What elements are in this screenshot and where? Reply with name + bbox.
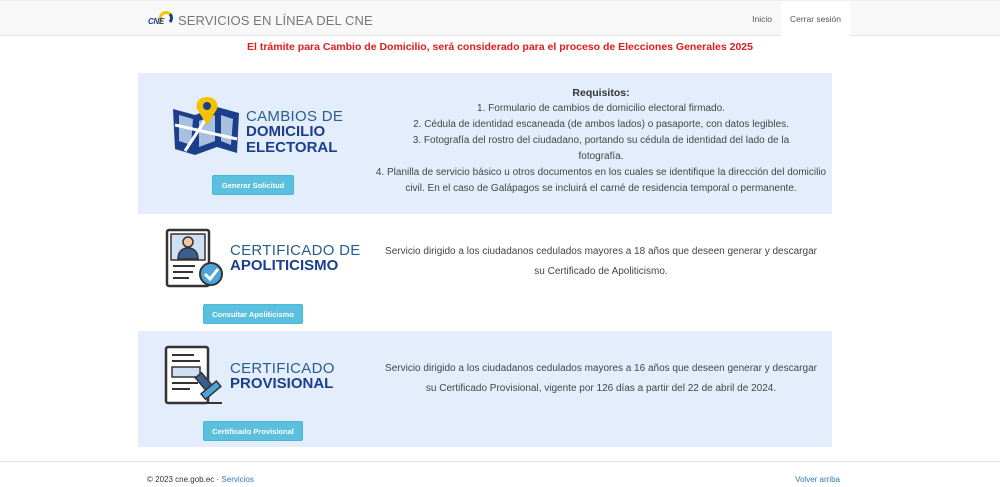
top-navbar: CNE SERVICIOS EN LÍNEA DEL CNE Inicio Ce… <box>0 0 1000 36</box>
nav-links: Inicio Cerrar sesión <box>743 1 850 36</box>
requirement-item: 2. Cédula de identidad escaneada (de amb… <box>413 119 789 130</box>
notice-banner: El trámite para Cambio de Domicilio, ser… <box>247 41 753 53</box>
provisional-logo: CERTIFICADO PROVISIONAL Certificado Prov… <box>138 331 370 447</box>
apoliticismo-title: CERTIFICADO DE APOLITICISMO <box>230 242 361 275</box>
service-panel-domicilio: CAMBIOS DE DOMICILIO ELECTORAL Generar S… <box>138 73 832 214</box>
certificate-person-icon <box>165 228 223 288</box>
map-location-icon <box>173 97 239 155</box>
domicilio-title: CAMBIOS DE DOMICILIO ELECTORAL <box>246 108 344 156</box>
back-to-top-link[interactable]: Volver arriba <box>795 475 840 484</box>
requirement-item: 4. Planilla de servicio básico u otros d… <box>375 167 827 194</box>
cne-logo: CNE <box>148 10 174 30</box>
service-panel-apoliticismo: CERTIFICADO DE APOLITICISMO Consultar Ap… <box>138 214 832 331</box>
footer-services-link[interactable]: Servicios <box>221 475 253 484</box>
domicilio-requirements: Requisitos: 1. Formulario de cambios de … <box>370 85 832 197</box>
requirements-title: Requisitos: <box>572 87 630 99</box>
provisional-description: Servicio dirigido a los ciudadanos cedul… <box>385 363 817 394</box>
footer-separator: · <box>216 475 220 484</box>
brand-title[interactable]: SERVICIOS EN LÍNEA DEL CNE <box>178 13 373 28</box>
nav-home-link[interactable]: Inicio <box>743 1 781 36</box>
consultar-apoliticismo-button[interactable]: Consultar Apoliticismo <box>203 304 303 324</box>
footer: © 2023 cne.gob.ec · Servicios Volver arr… <box>0 461 1000 487</box>
provisional-title: CERTIFICADO PROVISIONAL <box>230 360 335 393</box>
requirement-item: 3. Fotografía del rostro del ciudadano, … <box>412 135 790 162</box>
copyright-text: © 2023 cne.gob.ec <box>147 475 215 484</box>
requirement-item: 1. Formulario de cambios de domicilio el… <box>477 103 725 114</box>
domicilio-logo: CAMBIOS DE DOMICILIO ELECTORAL Generar S… <box>138 73 370 214</box>
service-panel-provisional: CERTIFICADO PROVISIONAL Certificado Prov… <box>138 331 832 447</box>
nav-logout-link[interactable]: Cerrar sesión <box>780 1 850 36</box>
apoliticismo-logo: CERTIFICADO DE APOLITICISMO Consultar Ap… <box>138 214 370 331</box>
certificado-provisional-button[interactable]: Certificado Provisional <box>203 421 303 441</box>
footer-left: © 2023 cne.gob.ec · Servicios <box>147 475 254 484</box>
brand[interactable]: CNE SERVICIOS EN LÍNEA DEL CNE <box>148 10 373 30</box>
generar-solicitud-button[interactable]: Generar Solicitud <box>212 175 294 195</box>
apoliticismo-description: Servicio dirigido a los ciudadanos cedul… <box>385 246 817 277</box>
document-stamp-icon <box>164 345 222 405</box>
